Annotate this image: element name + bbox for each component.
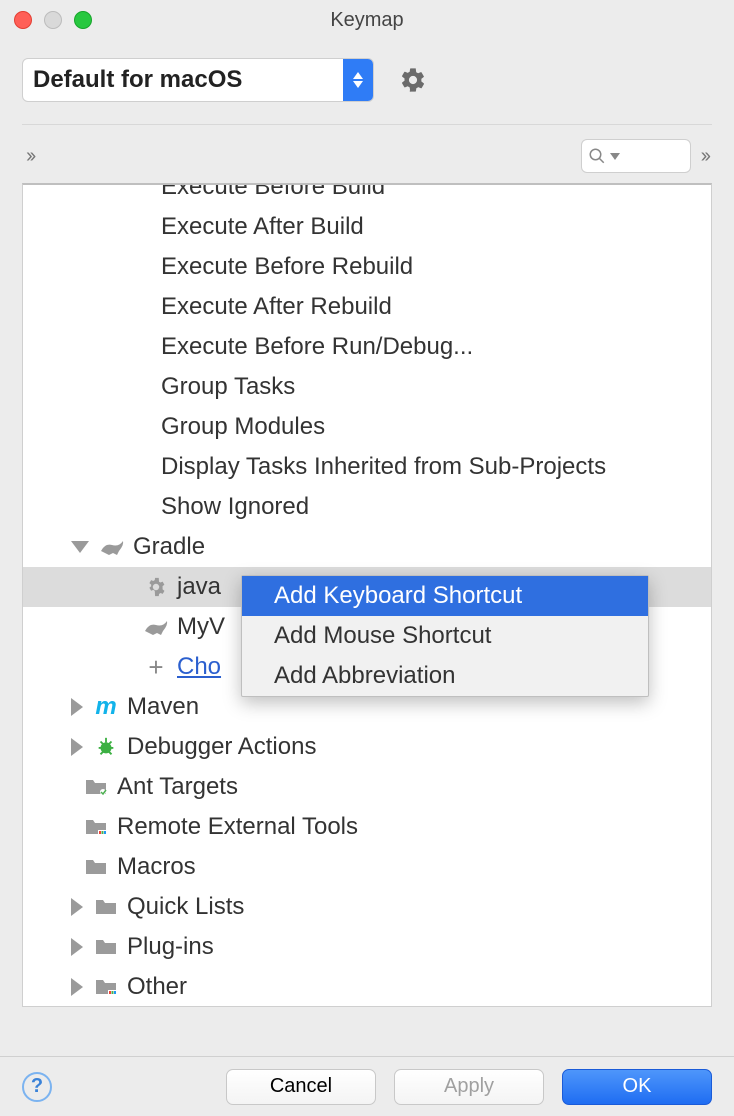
tree-action[interactable]: Show Ignored [23,487,711,527]
tree-action-label: Execute Before Run/Debug... [161,333,473,361]
chevron-right-icon[interactable] [71,898,83,916]
tree-node-label: Quick Lists [127,893,244,921]
maven-icon: m [93,694,119,720]
tree-node-gradle[interactable]: Gradle [23,527,711,567]
divider [22,124,712,125]
tree-node-remote[interactable]: Remote External Tools [23,807,711,847]
plus-icon: + [143,654,169,680]
gradle-icon [99,534,125,560]
chevron-right-icon[interactable] [71,938,83,956]
bug-icon [93,734,119,760]
gear-icon [143,574,169,600]
tree-action[interactable]: Group Tasks [23,367,711,407]
folder-icon [83,774,109,800]
tree-action[interactable]: Display Tasks Inherited from Sub-Project… [23,447,711,487]
gradle-icon [143,614,169,640]
search-icon [588,147,606,165]
tree-node-label: Debugger Actions [127,733,316,761]
expand-left-button[interactable]: ›› [22,141,37,172]
tree-node-label: Cho [177,653,221,681]
tree-action-label: Group Tasks [161,373,295,401]
tree-node-label: Maven [127,693,199,721]
tree-action-label: Execute Before Rebuild [161,253,413,281]
tree-node-ant[interactable]: Ant Targets [23,767,711,807]
tree-action-label: Display Tasks Inherited from Sub-Project… [161,453,606,481]
tree-node-label: Plug-ins [127,933,214,961]
dropdown-arrows-icon [343,59,373,101]
tree-node-label: Remote External Tools [117,813,358,841]
apply-button: Apply [394,1069,544,1105]
tree-action-label: Execute After Rebuild [161,293,392,321]
folder-icon [83,854,109,880]
menu-add-mouse-shortcut[interactable]: Add Mouse Shortcut [242,616,648,656]
keymap-selector-label: Default for macOS [23,66,343,94]
tree-node-other[interactable]: Other [23,967,711,1007]
folder-icon [93,934,119,960]
chevron-right-icon[interactable] [71,698,83,716]
ok-button[interactable]: OK [562,1069,712,1105]
tree-node-macros[interactable]: Macros [23,847,711,887]
dialog-button-bar: ? Cancel Apply OK [0,1056,734,1116]
tree-action[interactable]: Execute Before Build [23,183,711,207]
menu-add-keyboard-shortcut[interactable]: Add Keyboard Shortcut [242,576,648,616]
chevron-down-icon [610,153,620,160]
chevron-down-icon[interactable] [71,541,89,553]
tree-node-label: Ant Targets [117,773,238,801]
tree-action[interactable]: Execute Before Rebuild [23,247,711,287]
tree-action-label: Show Ignored [161,493,309,521]
tree-node-label: Macros [117,853,196,881]
folder-icon [93,974,119,1000]
tree-node-label: Gradle [133,533,205,561]
folder-icon [93,894,119,920]
search-input[interactable] [581,139,691,173]
window-title: Keymap [0,9,734,32]
tree-node-quicklists[interactable]: Quick Lists [23,887,711,927]
tree-action-label: Execute Before Build [161,183,385,201]
tree-action[interactable]: Execute Before Run/Debug... [23,327,711,367]
folder-icon [83,814,109,840]
chevron-right-icon[interactable] [71,738,83,756]
chevron-right-icon[interactable] [71,978,83,996]
tree-node-debugger[interactable]: Debugger Actions [23,727,711,767]
expand-right-button[interactable]: ›› [697,141,712,172]
gear-icon[interactable] [398,65,428,95]
tree-action-label: Execute After Build [161,213,364,241]
help-button[interactable]: ? [22,1072,52,1102]
tree-action[interactable]: Execute After Build [23,207,711,247]
keymap-selector[interactable]: Default for macOS [22,58,374,102]
tree-action-label: Group Modules [161,413,325,441]
cancel-button[interactable]: Cancel [226,1069,376,1105]
titlebar: Keymap [0,0,734,40]
tree-node-label: java [177,573,221,601]
menu-add-abbreviation[interactable]: Add Abbreviation [242,656,648,696]
tree-node-label: MyV [177,613,225,641]
context-menu: Add Keyboard Shortcut Add Mouse Shortcut… [241,575,649,697]
tree-action[interactable]: Execute After Rebuild [23,287,711,327]
tree-node-label: Other [127,973,187,1001]
tree-node-plugins[interactable]: Plug-ins [23,927,711,967]
tree-action[interactable]: Group Modules [23,407,711,447]
keymap-tree[interactable]: Execute Before Build Execute After Build… [22,183,712,1007]
